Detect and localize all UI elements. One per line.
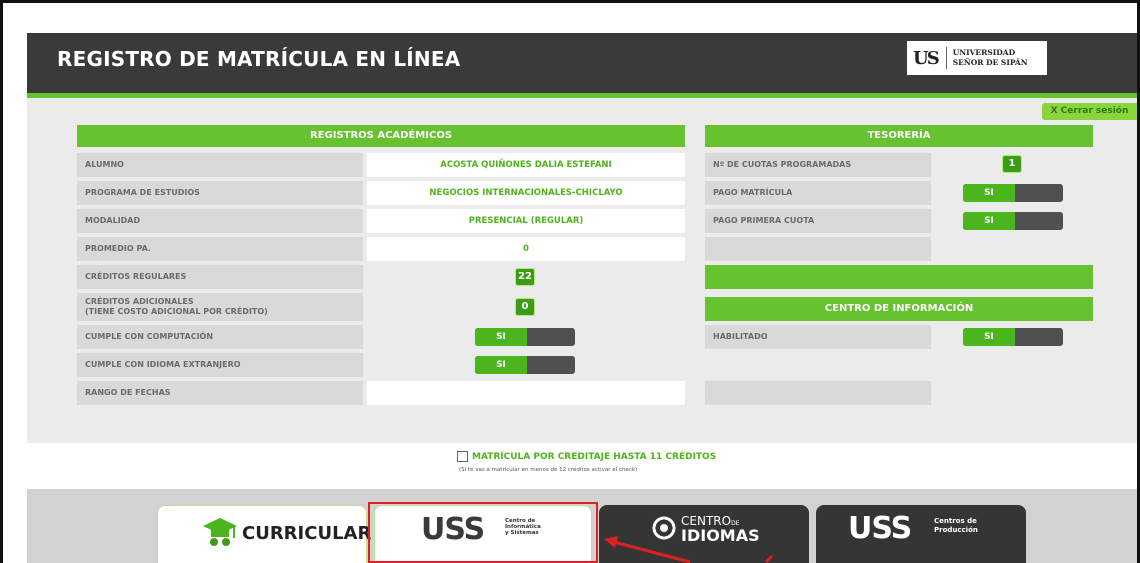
label-creditos-regulares: CRÉDITOS REGULARES [77,265,363,289]
info-center-heading: CENTRO DE INFORMACIÓN [705,297,1093,321]
page-title: REGISTRO DE MATRÍCULA EN LÍNEA [57,47,461,71]
toggle-on-segment: SI [475,356,527,374]
value-modalidad: PRESENCIAL (REGULAR) [367,209,685,233]
label-promedio: PROMEDIO PA. [77,237,363,261]
tile-curricular-label: CURRICULAR [242,523,372,544]
logo-line2: SEÑOR DE SIPÁN [952,58,1028,67]
empty-info-row [705,381,931,405]
header-accent-stripe [27,93,1137,98]
credit-option-label[interactable]: MATRÍCULA POR CREDITAJE HASTA 11 CRÉDITO… [472,452,716,462]
logo-divider [945,47,947,69]
header-bar: REGISTRO DE MATRÍCULA EN LÍNEA US UNIVER… [27,33,1137,93]
value-alumno: ACOSTA QUIÑONES DALIA ESTEFANI [367,153,685,177]
toggle-habilitado[interactable]: SI [963,328,1063,346]
credit-option-checkbox[interactable] [457,451,468,462]
value-rango-fechas [367,381,685,405]
credit-option-note: (Si te vas a matricular en menos de 12 c… [459,467,638,473]
logo-line1: UNIVERSIDAD [952,48,1016,57]
badge-cuotas: 1 [1002,155,1022,173]
registration-window: REGISTRO DE MATRÍCULA EN LÍNEA US UNIVER… [27,33,1137,563]
tile-produccion-caption: Centros de Producción [934,517,978,534]
label-creditos-adicionales: CRÉDITOS ADICIONALES (TIENE COSTO ADICIO… [77,293,363,321]
graduation-cap-icon [203,518,237,546]
value-promedio: 0 [367,237,685,261]
label-habilitado: HABILITADO [705,325,931,349]
university-logo: US UNIVERSIDAD SEÑOR DE SIPÁN [907,41,1047,75]
label-rango-fechas: RANGO DE FECHAS [77,381,363,405]
tile-produccion[interactable]: USS Centros de Producción [816,505,1026,563]
label-pago-matricula: PAGO MATRÍCULA [705,181,931,205]
toggle-on-segment: SI [963,212,1015,230]
label-modalidad: MODALIDAD [77,209,363,233]
tile-curricular[interactable]: CURRICULAR [157,505,371,563]
label-idioma: CUMPLE CON IDIOMA EXTRANJERO [77,353,363,377]
highlight-box [368,502,598,563]
academic-heading: REGISTROS ACADÉMICOS [77,125,685,147]
toggle-idioma[interactable]: SI [475,356,575,374]
credit-option-row: MATRÍCULA POR CREDITAJE HASTA 11 CRÉDITO… [457,451,716,462]
badge-creditos-adicionales: 0 [515,298,535,316]
toggle-computacion[interactable]: SI [475,328,575,346]
logo-text: UNIVERSIDAD SEÑOR DE SIPÁN [953,48,1028,68]
toggle-on-segment: SI [475,328,527,346]
label-alumno: ALUMNO [77,153,363,177]
label-computacion: CUMPLE CON COMPUTACIÓN [77,325,363,349]
label-pago-primera-cuota: PAGO PRIMERA CUOTA [705,209,931,233]
empty-treasury-row [705,237,931,261]
value-programa: NEGOCIOS INTERNACIONALES-CHICLAYO [367,181,685,205]
label-programa: PROGRAMA DE ESTUDIOS [77,181,363,205]
annotation-arrow-icon [604,536,774,563]
badge-creditos-regulares: 22 [515,268,535,286]
treasury-green-bar [705,265,1093,289]
credit-option-panel: MATRÍCULA POR CREDITAJE HASTA 11 CRÉDITO… [27,443,1137,489]
label-cuotas: Nº DE CUOTAS PROGRAMADAS [705,153,931,177]
toggle-on-segment: SI [963,184,1015,202]
toggle-on-segment: SI [963,328,1015,346]
tile-produccion-logo: USS [848,511,912,546]
toggle-pago-matricula[interactable]: SI [963,184,1063,202]
uss-logo-mark: US [913,47,940,69]
toggle-pago-primera-cuota[interactable]: SI [963,212,1063,230]
treasury-heading: TESORERÍA [705,125,1093,147]
logout-button[interactable]: X Cerrar sesión [1042,103,1137,120]
